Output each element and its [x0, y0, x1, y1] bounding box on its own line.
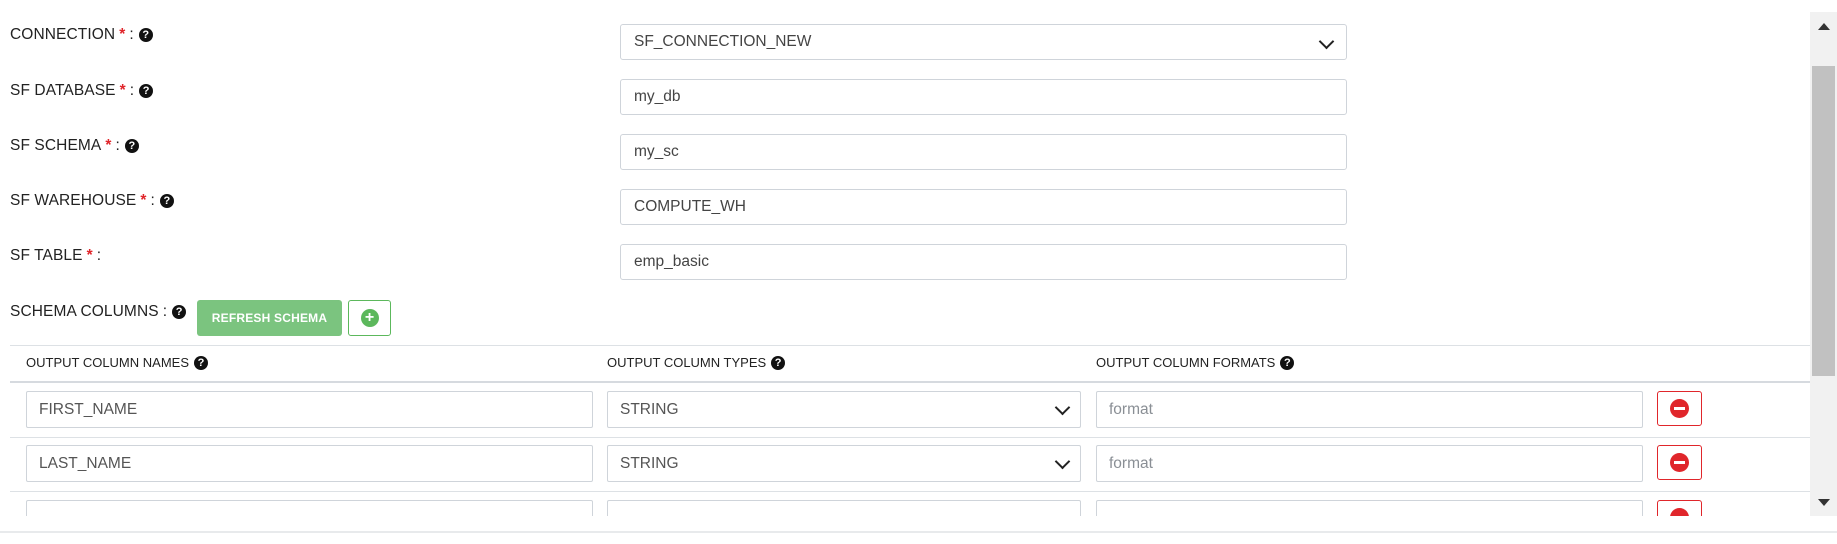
- table-top-divider: [10, 345, 1810, 346]
- question-circle-icon[interactable]: ?: [139, 84, 154, 98]
- label-separator: :: [129, 26, 134, 43]
- question-circle-icon[interactable]: ?: [771, 355, 786, 370]
- label-separator: :: [115, 137, 120, 154]
- table-input[interactable]: emp_basic: [620, 244, 1347, 280]
- schema-label: SF SCHEMA * : ?: [10, 137, 139, 155]
- plus-circle-icon: +: [360, 309, 379, 327]
- header-column-names-text: OUTPUT COLUMN NAMES: [26, 355, 189, 370]
- column-name-input[interactable]: FIRST_NAME: [26, 391, 593, 428]
- required-marker: *: [140, 192, 147, 209]
- question-circle-icon[interactable]: ?: [194, 355, 208, 370]
- column-type-value: STRING: [620, 400, 679, 418]
- database-label: SF DATABASE * : ?: [10, 82, 154, 100]
- column-name-input[interactable]: LAST_NAME: [26, 445, 593, 482]
- warehouse-label-text: SF WAREHOUSE: [10, 192, 137, 209]
- row-divider: [10, 491, 1810, 492]
- scroll-area: CONNECTION * : ? SF_CONNECTION_NEW SF DA…: [0, 0, 1810, 516]
- remove-column-button[interactable]: [1657, 500, 1702, 516]
- question-circle-icon[interactable]: ?: [172, 305, 187, 319]
- minus-circle-icon: [1670, 508, 1689, 516]
- required-marker: *: [86, 247, 93, 264]
- vertical-scrollbar[interactable]: [1810, 12, 1837, 516]
- table-input-value: emp_basic: [634, 253, 709, 270]
- remove-column-button[interactable]: [1657, 445, 1702, 480]
- header-column-types-text: OUTPUT COLUMN TYPES: [607, 355, 767, 370]
- label-separator: :: [129, 82, 135, 99]
- remove-column-button[interactable]: [1657, 391, 1702, 426]
- database-label-text: SF DATABASE: [10, 82, 116, 99]
- column-type-select[interactable]: STRING: [607, 391, 1081, 428]
- scroll-down-arrow-icon[interactable]: [1810, 488, 1837, 516]
- chevron-down-icon: [1318, 33, 1335, 50]
- column-format-placeholder: format: [1109, 400, 1153, 418]
- column-name-value: LAST_NAME: [39, 454, 132, 472]
- schema-input[interactable]: my_sc: [620, 134, 1347, 170]
- chevron-down-icon: [1054, 453, 1071, 470]
- schema-input-value: my_sc: [634, 143, 679, 160]
- refresh-schema-button[interactable]: REFRESH SCHEMA: [197, 300, 342, 336]
- connection-label-text: CONNECTION: [10, 26, 116, 43]
- add-column-button[interactable]: +: [348, 300, 391, 336]
- header-column-types: OUTPUT COLUMN TYPES ?: [607, 355, 786, 370]
- label-separator: :: [96, 247, 102, 264]
- table-label: SF TABLE * :: [10, 247, 101, 265]
- connection-select[interactable]: SF_CONNECTION_NEW: [620, 24, 1347, 60]
- minus-circle-icon: [1670, 399, 1689, 418]
- column-format-input[interactable]: [1096, 500, 1643, 516]
- column-format-input[interactable]: format: [1096, 445, 1643, 482]
- table-label-text: SF TABLE: [10, 247, 83, 264]
- column-name-value: FIRST_NAME: [39, 400, 138, 418]
- schema-label-text: SF SCHEMA: [10, 137, 102, 154]
- column-type-select[interactable]: [607, 500, 1081, 516]
- connection-label: CONNECTION * : ?: [10, 26, 153, 44]
- connection-select-value: SF_CONNECTION_NEW: [634, 33, 812, 50]
- bottom-divider: [0, 531, 1837, 533]
- label-separator: :: [150, 192, 155, 209]
- question-circle-icon[interactable]: ?: [159, 194, 174, 208]
- header-column-names: OUTPUT COLUMN NAMES ?: [26, 355, 208, 370]
- schema-columns-label: SCHEMA COLUMNS : ?: [10, 303, 187, 321]
- schema-columns-label-text: SCHEMA COLUMNS: [10, 303, 159, 320]
- scrollbar-thumb[interactable]: [1812, 66, 1835, 376]
- warehouse-label: SF WAREHOUSE * : ?: [10, 192, 174, 210]
- column-type-value: STRING: [620, 454, 679, 472]
- required-marker: *: [105, 137, 112, 154]
- refresh-schema-button-label: REFRESH SCHEMA: [211, 311, 328, 325]
- database-input-value: my_db: [634, 88, 681, 105]
- question-circle-icon[interactable]: ?: [1280, 355, 1295, 370]
- column-format-input[interactable]: format: [1096, 391, 1643, 428]
- header-column-formats-text: OUTPUT COLUMN FORMATS: [1096, 355, 1276, 370]
- minus-circle-icon: [1670, 453, 1689, 472]
- database-input[interactable]: my_db: [620, 79, 1347, 115]
- label-separator: :: [162, 303, 168, 320]
- chevron-down-icon: [1054, 399, 1071, 416]
- warehouse-input-value: COMPUTE_WH: [634, 198, 746, 215]
- column-format-placeholder: format: [1109, 454, 1153, 472]
- required-marker: *: [119, 82, 126, 99]
- required-marker: *: [119, 26, 126, 43]
- table-header-divider: [10, 381, 1810, 383]
- row-divider: [10, 437, 1810, 438]
- column-type-select[interactable]: STRING: [607, 445, 1081, 482]
- question-circle-icon[interactable]: ?: [138, 28, 153, 42]
- header-column-formats: OUTPUT COLUMN FORMATS ?: [1096, 355, 1295, 370]
- warehouse-input[interactable]: COMPUTE_WH: [620, 189, 1347, 225]
- question-circle-icon[interactable]: ?: [124, 139, 139, 153]
- column-name-input[interactable]: [26, 500, 593, 516]
- scroll-up-arrow-icon[interactable]: [1810, 12, 1837, 40]
